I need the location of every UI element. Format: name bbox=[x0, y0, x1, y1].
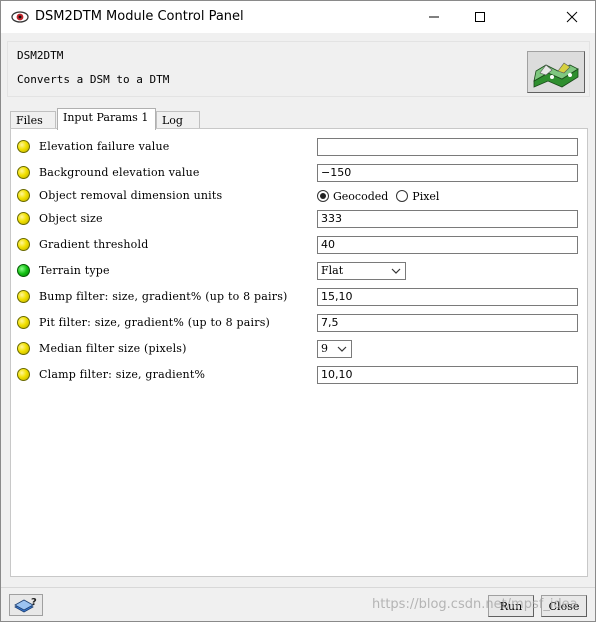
tab-input-params-1[interactable]: Input Params 1 bbox=[57, 108, 156, 130]
status-indicator-icon bbox=[17, 342, 30, 355]
param-row-removal-units: Object removal dimension units Geocoded … bbox=[11, 185, 587, 207]
pit-filter-input[interactable]: 7,5 bbox=[317, 314, 578, 332]
module-name: DSM2DTM bbox=[17, 49, 64, 62]
maximize-button[interactable] bbox=[457, 1, 503, 33]
object-size-input[interactable]: 333 bbox=[317, 210, 578, 228]
param-row-terrain-type: Terrain type Flat bbox=[11, 260, 587, 282]
status-indicator-icon bbox=[17, 316, 30, 329]
param-label: Terrain type bbox=[39, 264, 110, 277]
status-indicator-icon bbox=[17, 264, 30, 277]
clamp-filter-input[interactable]: 10,10 bbox=[317, 366, 578, 384]
param-label: Object removal dimension units bbox=[39, 189, 223, 202]
status-indicator-icon bbox=[17, 189, 30, 202]
status-indicator-icon bbox=[17, 166, 30, 179]
pixel-radio[interactable] bbox=[396, 190, 409, 202]
background-elevation-input[interactable]: −150 bbox=[317, 164, 578, 182]
param-row-object-size: Object size 333 bbox=[11, 208, 587, 230]
removal-units-radio-group: Geocoded Pixel bbox=[317, 188, 447, 204]
terrain-type-select[interactable]: Flat bbox=[317, 262, 406, 280]
status-indicator-icon bbox=[17, 140, 30, 153]
app-window: DSM2DTM Module Control Panel DSM2DTM Con… bbox=[0, 0, 596, 622]
module-logo-button[interactable] bbox=[527, 51, 585, 93]
status-indicator-icon bbox=[17, 238, 30, 251]
median-filter-select[interactable]: 9 bbox=[317, 340, 352, 358]
param-row-median-filter: Median filter size (pixels) 9 bbox=[11, 338, 587, 360]
param-row-clamp-filter: Clamp filter: size, gradient% 10,10 bbox=[11, 364, 587, 386]
gradient-threshold-input[interactable]: 40 bbox=[317, 236, 578, 254]
run-button[interactable]: Run bbox=[488, 595, 534, 617]
status-indicator-icon bbox=[17, 290, 30, 303]
param-label: Pit filter: size, gradient% (up to 8 pai… bbox=[39, 316, 271, 329]
param-label: Elevation failure value bbox=[39, 140, 170, 153]
svg-text:?: ? bbox=[31, 597, 37, 608]
terrain-type-value: Flat bbox=[321, 264, 344, 277]
input-params-panel: Elevation failure value Background eleva… bbox=[10, 128, 588, 577]
median-filter-value: 9 bbox=[321, 342, 328, 355]
param-label: Bump filter: size, gradient% (up to 8 pa… bbox=[39, 290, 288, 303]
module-description: Converts a DSM to a DTM bbox=[17, 73, 170, 86]
bump-filter-input[interactable]: 15,10 bbox=[317, 288, 578, 306]
help-book-icon: ? bbox=[14, 597, 37, 613]
param-label: Median filter size (pixels) bbox=[39, 342, 187, 355]
chevron-down-icon bbox=[391, 268, 401, 274]
param-label: Gradient threshold bbox=[39, 238, 149, 251]
param-label: Clamp filter: size, gradient% bbox=[39, 368, 206, 381]
elevation-failure-input[interactable] bbox=[317, 138, 578, 156]
param-row-gradient-threshold: Gradient threshold 40 bbox=[11, 234, 587, 256]
close-button[interactable]: Close bbox=[541, 595, 587, 617]
help-button[interactable]: ? bbox=[9, 594, 43, 616]
param-label: Background elevation value bbox=[39, 166, 200, 179]
minimize-icon bbox=[429, 16, 439, 18]
param-row-pit-filter: Pit filter: size, gradient% (up to 8 pai… bbox=[11, 312, 587, 334]
close-icon bbox=[566, 11, 578, 23]
terrain-map-icon bbox=[533, 62, 579, 88]
param-label: Object size bbox=[39, 212, 103, 225]
param-row-bump-filter: Bump filter: size, gradient% (up to 8 pa… bbox=[11, 286, 587, 308]
title-bar: DSM2DTM Module Control Panel bbox=[1, 1, 595, 33]
bottom-bar: ? Run Close bbox=[1, 587, 595, 621]
status-indicator-icon bbox=[17, 368, 30, 381]
maximize-icon bbox=[475, 12, 485, 22]
geocoded-radio-label[interactable]: Geocoded bbox=[333, 190, 388, 203]
geocoded-radio[interactable] bbox=[317, 190, 329, 202]
eye-icon bbox=[11, 9, 29, 23]
chevron-down-icon bbox=[337, 346, 347, 352]
status-indicator-icon bbox=[17, 212, 30, 225]
window-title: DSM2DTM Module Control Panel bbox=[35, 9, 244, 24]
param-row-elevation-failure: Elevation failure value bbox=[11, 136, 587, 158]
param-row-background-elevation: Background elevation value −150 bbox=[11, 162, 587, 184]
close-window-button[interactable] bbox=[549, 1, 595, 33]
pixel-radio-label[interactable]: Pixel bbox=[412, 190, 439, 203]
module-header: DSM2DTM Converts a DSM to a DTM bbox=[7, 41, 590, 97]
minimize-button[interactable] bbox=[411, 1, 457, 33]
